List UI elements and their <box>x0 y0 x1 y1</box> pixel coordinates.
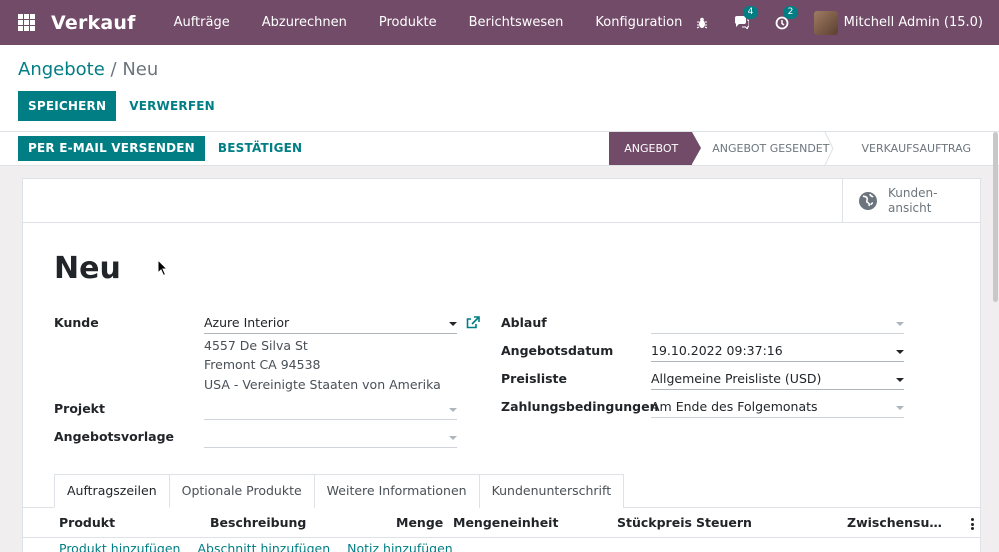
systray: 4 2 Mitchell Admin (15.0) <box>694 0 999 45</box>
send-by-email-button[interactable]: PER E-MAIL VERSENDEN <box>18 136 205 161</box>
payment-terms-label: Zahlungsbedingungen <box>501 399 659 414</box>
stage-separator-arrow <box>824 132 834 165</box>
tab-optional-products[interactable]: Optionale Produkte <box>168 474 315 508</box>
add-product-link[interactable]: Produkt hinzufügen <box>59 541 180 552</box>
breadcrumb-separator: / <box>110 59 117 80</box>
breadcrumb-quotations-link[interactable]: Angebote <box>18 59 105 80</box>
add-line-links: Produkt hinzufügen Abschnitt hinzufügen … <box>59 541 470 552</box>
quotation-date-label: Angebotsdatum <box>501 343 614 358</box>
pricelist-dropdown-caret-icon[interactable] <box>896 378 904 382</box>
activities-count-badge: 2 <box>782 5 799 19</box>
menu-orders[interactable]: Aufträge <box>158 15 246 30</box>
column-header-taxes[interactable]: Steuern <box>696 515 752 530</box>
column-header-description[interactable]: Beschreibung <box>210 515 306 530</box>
quotation-date-caret-icon[interactable] <box>896 350 904 354</box>
activities-clock-icon[interactable]: 2 <box>774 5 799 31</box>
stage-sales-order[interactable]: VERKAUFSAUFTRAG <box>841 132 983 165</box>
expiration-field[interactable] <box>651 314 904 334</box>
record-title: Neu <box>54 251 121 286</box>
external-link-icon[interactable] <box>466 316 480 329</box>
template-dropdown-caret-icon[interactable] <box>449 436 457 440</box>
customer-dropdown-caret-icon[interactable] <box>449 322 457 326</box>
messages-count-badge: 4 <box>742 5 759 19</box>
customer-field[interactable]: Azure Interior <box>204 314 457 334</box>
smart-button-box: Kunden- ansicht <box>23 179 980 223</box>
column-header-subtotal[interactable]: Zwischensu… <box>847 515 942 530</box>
tab-other-info[interactable]: Weitere Informationen <box>313 474 480 508</box>
quotation-date-value: 19.10.2022 09:37:16 <box>651 343 783 358</box>
mouse-cursor-icon <box>157 259 169 277</box>
discard-button[interactable]: VERWERFEN <box>119 91 225 121</box>
column-header-uom[interactable]: Mengeneinheit <box>453 515 558 530</box>
customer-address-street: 4557 De Silva St <box>204 338 308 353</box>
status-stages: ANGEBOT ANGEBOT GESENDET VERKAUFSAUFTRAG <box>609 132 983 165</box>
control-panel: Angebote / Neu SPEICHERN VERWERFEN <box>0 45 999 132</box>
app-name[interactable]: Verkauf <box>51 12 136 34</box>
customer-address-city: Fremont CA 94538 <box>204 357 321 372</box>
payment-terms-value: Am Ende des Folgemonats <box>651 399 818 414</box>
form-sheet: Kunden- ansicht Neu Kunde Azure Interior… <box>22 178 981 552</box>
project-label: Projekt <box>54 401 105 416</box>
payment-terms-dropdown-caret-icon[interactable] <box>896 406 904 410</box>
customer-label: Kunde <box>54 315 99 330</box>
breadcrumb-current: Neu <box>122 59 159 80</box>
pricelist-label: Preisliste <box>501 371 567 386</box>
project-dropdown-caret-icon[interactable] <box>449 408 457 412</box>
stage-quotation[interactable]: ANGEBOT <box>609 132 702 165</box>
payment-terms-field[interactable]: Am Ende des Folgemonats <box>651 398 904 418</box>
menu-to-invoice[interactable]: Abzurechnen <box>246 15 363 30</box>
pricelist-value: Allgemeine Preisliste (USD) <box>651 371 822 386</box>
customer-preview-button[interactable]: Kunden- ansicht <box>842 179 980 223</box>
notebook-tabs: Auftragszeilen Optionale Produkte Weiter… <box>54 474 625 508</box>
menu-reporting[interactable]: Berichtswesen <box>453 15 580 30</box>
globe-icon <box>859 192 877 210</box>
breadcrumb: Angebote / Neu <box>18 59 158 80</box>
pricelist-field[interactable]: Allgemeine Preisliste (USD) <box>651 370 904 390</box>
apps-menu-icon[interactable] <box>18 14 35 31</box>
project-field[interactable] <box>204 400 457 420</box>
quotation-date-field[interactable]: 19.10.2022 09:37:16 <box>651 342 904 362</box>
expiration-label: Ablauf <box>501 315 547 330</box>
quotation-template-label: Angebotsvorlage <box>54 429 174 444</box>
user-name[interactable]: Mitchell Admin (15.0) <box>844 15 983 30</box>
form-buttons: SPEICHERN VERWERFEN <box>18 91 225 121</box>
expiration-dropdown-caret-icon[interactable] <box>896 322 904 326</box>
tab-order-lines[interactable]: Auftragszeilen <box>54 474 170 508</box>
customer-value: Azure Interior <box>204 315 290 330</box>
add-section-link[interactable]: Abschnitt hinzufügen <box>197 541 330 552</box>
column-header-quantity[interactable]: Menge <box>396 515 443 530</box>
tab-customer-signature[interactable]: Kundenunterschrift <box>478 474 625 508</box>
column-header-unit-price[interactable]: Stückpreis <box>617 515 692 530</box>
customer-address-country: USA - Vereinigte Staaten von Amerika <box>204 377 441 392</box>
menu-configuration[interactable]: Konfiguration <box>579 15 698 30</box>
debug-bug-icon[interactable] <box>694 15 710 31</box>
form-statusbar: PER E-MAIL VERSENDEN BESTÄTIGEN ANGEBOT … <box>0 132 999 166</box>
stage-quotation-sent[interactable]: ANGEBOT GESENDET <box>692 132 841 165</box>
save-button[interactable]: SPEICHERN <box>18 91 117 121</box>
top-navbar: Verkauf Aufträge Abzurechnen Produkte Be… <box>0 0 999 45</box>
quotation-template-field[interactable] <box>204 428 457 448</box>
page-scrollbar[interactable] <box>993 132 998 302</box>
optional-columns-kebab-icon[interactable] <box>971 518 974 532</box>
order-lines-table-header: Produkt Beschreibung Menge Mengeneinheit… <box>23 508 980 538</box>
messages-chat-icon[interactable]: 4 <box>734 5 759 31</box>
user-avatar[interactable] <box>813 10 838 35</box>
confirm-button[interactable]: BESTÄTIGEN <box>208 136 312 161</box>
add-note-link[interactable]: Notiz hinzufügen <box>347 541 453 552</box>
customer-preview-label: Kunden- ansicht <box>888 186 938 215</box>
menu-products[interactable]: Produkte <box>363 15 453 30</box>
column-header-product[interactable]: Produkt <box>59 515 115 530</box>
statusbar-buttons: PER E-MAIL VERSENDEN BESTÄTIGEN <box>18 136 312 161</box>
